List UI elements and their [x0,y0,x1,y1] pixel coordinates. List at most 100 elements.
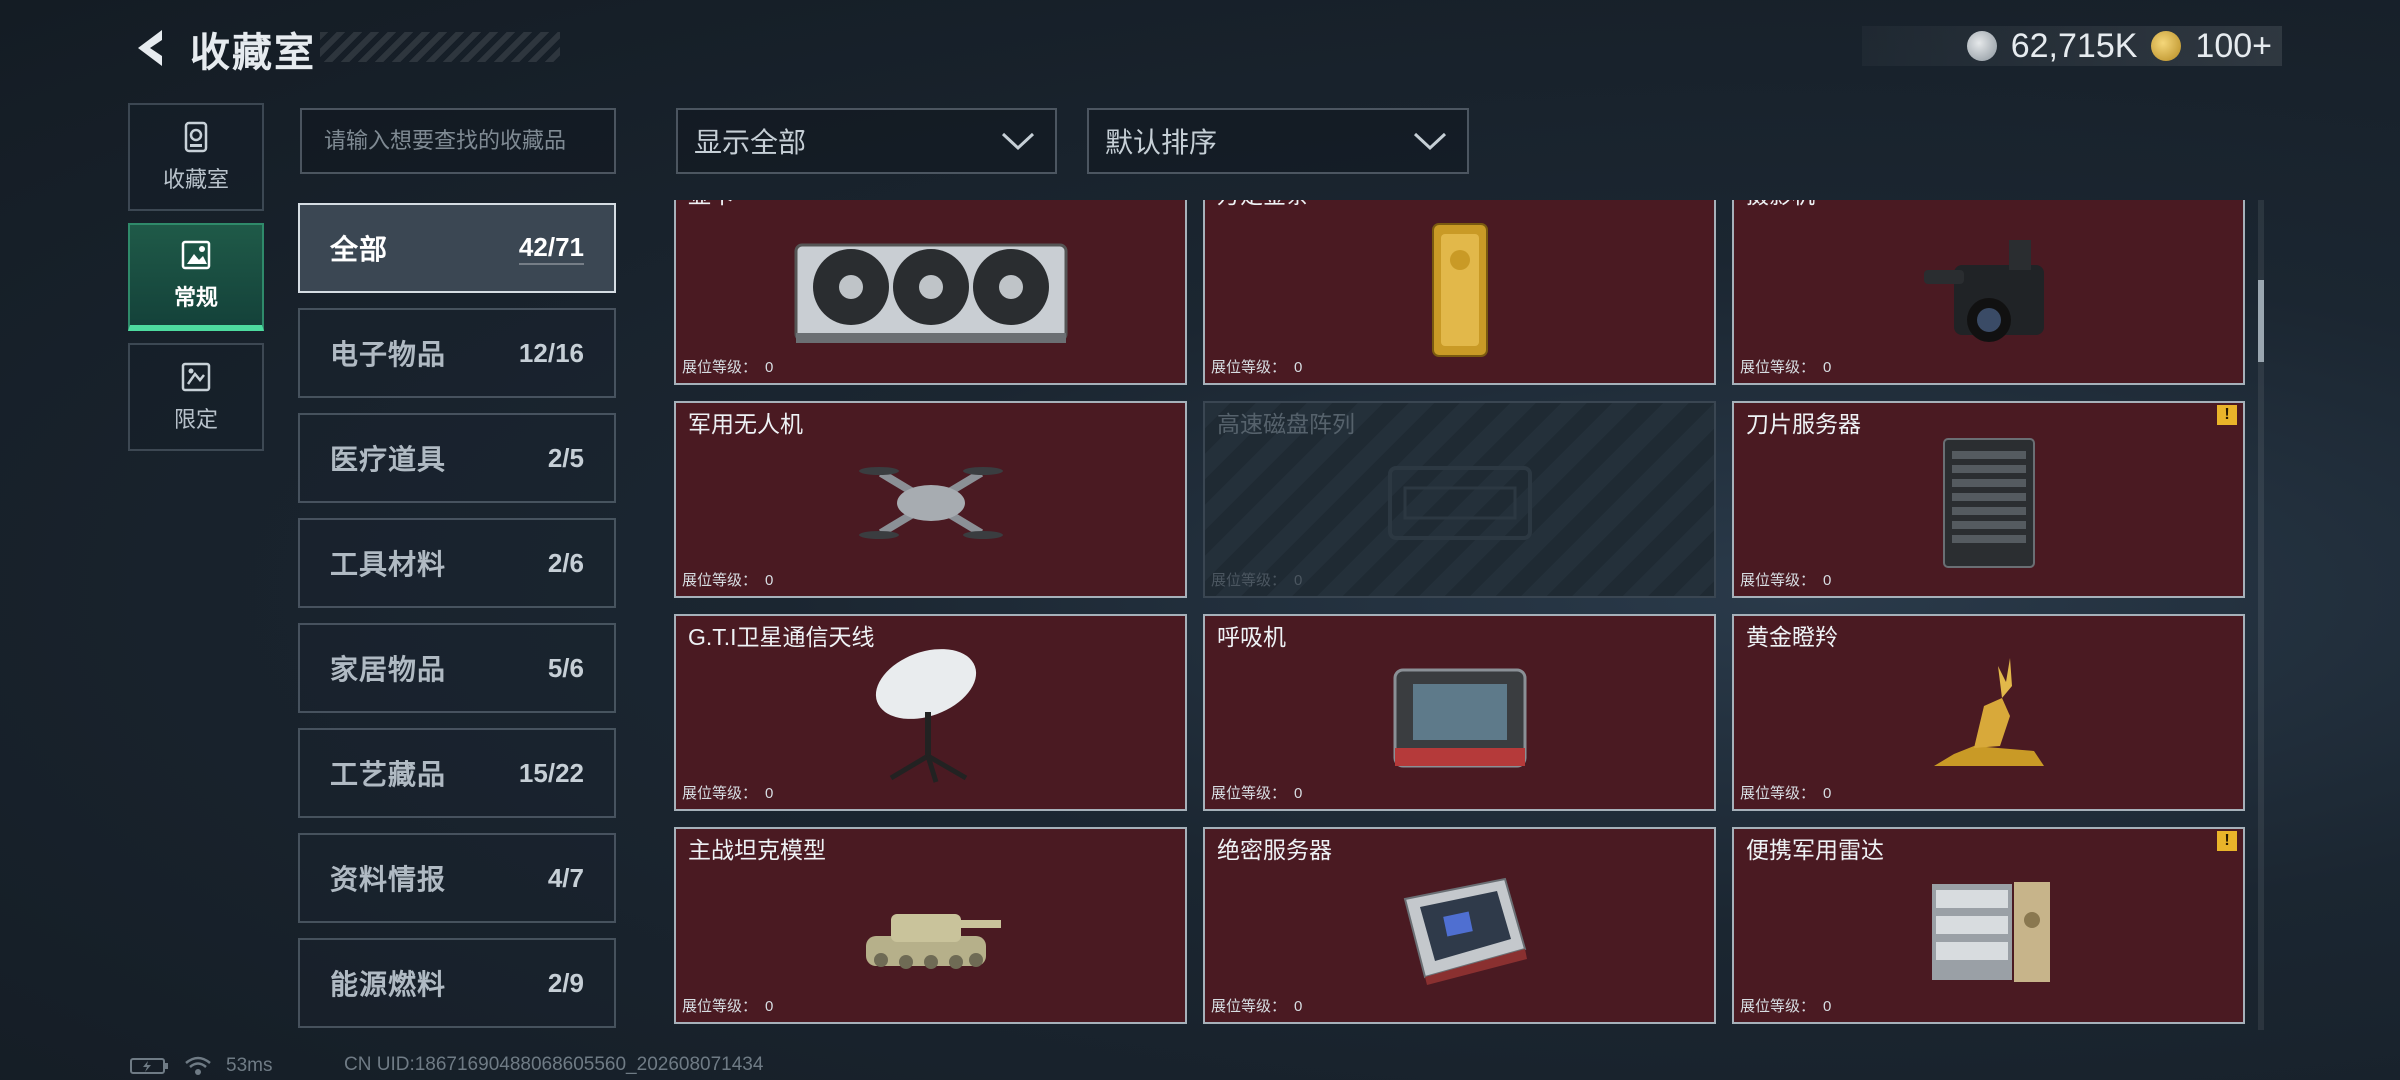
nav-item-limited[interactable]: 限定 [128,343,264,451]
item-name: 绝密服务器 [1217,837,1332,863]
chevron-down-icon [1413,132,1447,151]
title-decoration [320,32,560,62]
category-count: 2/6 [547,547,584,578]
category-medical[interactable]: 医疗道具 2/5 [298,413,616,503]
sort-value: 默认排序 [1105,127,1218,158]
scroll-thumb[interactable] [2258,280,2264,362]
latency-text: 53ms [226,1055,273,1076]
category-count: 2/9 [547,967,584,998]
item-name: 显卡 [688,200,734,210]
radar-icon [1931,882,2050,983]
item-tile[interactable]: 刀片服务器 ! 展位等级： 0 [1732,401,2245,598]
nav-item-regular[interactable]: 常规 [128,223,264,331]
category-count: 4/7 [547,862,584,893]
item-tile[interactable]: 主战坦克模型 展位等级： 0 [674,827,1187,1024]
gold-bar-icon [1431,223,1488,358]
search-input[interactable] [300,108,616,174]
gold-currency-value: 100+ [2195,26,2272,65]
category-crafts[interactable]: 工艺藏品 15/22 [298,728,616,818]
item-name: 主战坦克模型 [688,837,826,863]
category-count: 5/6 [547,652,584,683]
gold-coin-icon [2151,31,2182,61]
wifi-icon [185,1056,211,1075]
category-name: 电子物品 [330,339,447,370]
silver-currency-value: 62,715K [2010,26,2138,65]
item-name: 便携军用雷达 [1746,837,1884,863]
item-name: 万足金条 [1217,200,1309,210]
secret-server-icon [1403,878,1527,986]
camera-icon [1923,240,2044,343]
category-electronics[interactable]: 电子物品 12/16 [298,308,616,398]
category-list: 全部 42/71 电子物品 12/16 医疗道具 2/5 工具材料 2/6 家居… [298,203,618,1043]
item-level: 展位等级： 0 [1740,785,1832,802]
blade-server-icon [1942,438,2035,569]
back-arrow-icon [138,30,162,66]
side-nav: 收藏室 常规 限定 [128,103,266,463]
warning-icon: ! [2217,405,2237,425]
item-tile[interactable]: 绝密服务器 展位等级： 0 [1203,827,1716,1024]
gpu-icon [794,243,1067,344]
category-name: 工艺藏品 [330,759,447,790]
title-wrap: 收藏室 [190,20,560,75]
currency-bar: 62,715K 100+ [1862,26,2282,66]
category-energy[interactable]: 能源燃料 2/9 [298,938,616,1028]
item-level: 展位等级： 0 [1740,572,1832,589]
silver-coin-icon [1966,31,1997,61]
uid-text: CN UID:18671690488068605560_202608071434 [344,1054,764,1075]
item-name: 摄影机 [1746,200,1815,210]
page-title: 收藏室 [190,31,316,75]
item-level: 展位等级： 0 [682,998,774,1015]
tank-icon [865,914,1001,970]
sort-dropdown[interactable]: 默认排序 [1087,108,1469,174]
ventilator-icon [1393,668,1526,768]
item-name: 呼吸机 [1217,624,1286,650]
drone-icon [858,467,1003,540]
item-level: 展位等级： 0 [682,359,774,376]
item-level: 展位等级： 0 [682,572,774,589]
item-name: 刀片服务器 [1746,411,1861,437]
grid-scrollbar[interactable] [2258,200,2264,1030]
category-count: 2/5 [547,442,584,473]
item-level: 展位等级： 0 [1211,572,1303,589]
item-level: 展位等级： 0 [1740,998,1832,1015]
item-level: 展位等级： 0 [1211,998,1303,1015]
regular-card-icon [181,240,211,270]
category-count: 42/71 [518,232,584,265]
item-level: 展位等级： 0 [1211,785,1303,802]
item-tile[interactable]: 呼吸机 展位等级： 0 [1203,614,1716,811]
category-intel[interactable]: 资料情报 4/7 [298,833,616,923]
item-tile[interactable]: 摄影机 展位等级：0 [1732,200,2245,385]
item-tile-locked[interactable]: 高速磁盘阵列 展位等级： 0 [1203,401,1716,598]
item-tile[interactable]: 便携军用雷达 ! 展位等级： 0 [1732,827,2245,1024]
item-tile[interactable]: 显卡 展位等级：0 [674,200,1187,385]
item-name: 军用无人机 [688,411,803,437]
category-count: 15/22 [518,757,584,788]
collection-room-icon [184,121,208,153]
nav-label: 常规 [173,285,218,310]
category-name: 能源燃料 [330,969,447,1000]
chevron-down-icon [1001,132,1035,151]
golden-gazelle-icon [1933,658,2044,767]
item-grid-viewport[interactable]: 显卡 展位等级：0 万足金条 展位等级：0 摄影机 [674,200,2246,1026]
category-count: 12/16 [518,337,584,368]
status-bar: 53ms [130,1054,272,1078]
item-tile[interactable]: 军用无人机 展位等级： 0 [674,401,1187,598]
category-name: 工具材料 [330,549,447,580]
item-tile[interactable]: 黄金瞪羚 展位等级： 0 [1732,614,2245,811]
item-grid: 显卡 展位等级：0 万足金条 展位等级：0 摄影机 [674,200,2246,1024]
back-button[interactable] [128,24,176,72]
nav-item-collection-room[interactable]: 收藏室 [128,103,264,211]
item-tile[interactable]: 万足金条 展位等级：0 [1203,200,1716,385]
filter-dropdown[interactable]: 显示全部 [676,108,1057,174]
disk-array-icon [1387,466,1532,541]
category-name: 家居物品 [330,654,447,685]
item-name: 高速磁盘阵列 [1217,411,1355,437]
item-tile[interactable]: G.T.I卫星通信天线 展位等级： 0 [674,614,1187,811]
battery-icon [130,1058,168,1074]
top-bar: 收藏室 62,715K 100+ [0,0,2400,100]
limited-card-icon [181,362,211,392]
category-all[interactable]: 全部 42/71 [298,203,616,293]
category-name: 全部 [330,234,389,265]
category-tools[interactable]: 工具材料 2/6 [298,518,616,608]
category-household[interactable]: 家居物品 5/6 [298,623,616,713]
